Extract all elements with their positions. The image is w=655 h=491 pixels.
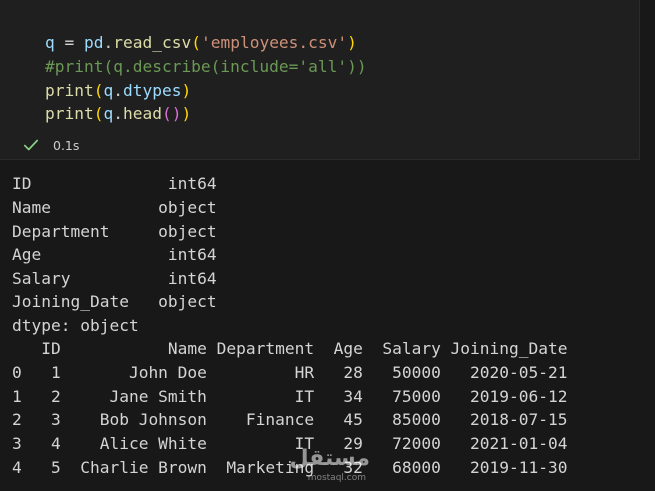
code-token: . — [113, 81, 123, 100]
dataframe-row: 4 5 Charlie Brown Marketing 32 68000 201… — [12, 458, 568, 477]
code-token: ) — [181, 81, 192, 100]
code-token: q — [103, 104, 114, 123]
code-token: ( — [191, 33, 201, 52]
output-line: ID int64 — [12, 174, 217, 193]
code-token: ) — [347, 33, 357, 52]
code-token: . — [103, 33, 114, 52]
code-token: ) — [181, 104, 192, 123]
code-token: . — [113, 104, 123, 123]
code-line-4[interactable]: print(q.head()) — [45, 102, 191, 125]
dataframe-row: 1 2 Jane Smith IT 34 75000 2019-06-12 — [12, 387, 568, 406]
output-line: Name object — [12, 198, 217, 217]
code-token: print — [45, 81, 94, 100]
execution-time: 0.1s — [53, 137, 80, 153]
output-line: Age int64 — [12, 245, 217, 264]
code-token: #print(q.describe(include='all')) — [45, 57, 367, 76]
dataframe-row: 2 3 Bob Johnson Finance 45 85000 2018-07… — [12, 410, 568, 429]
code-cell-input[interactable]: q = pd.read_csv('employees.csv') #print(… — [0, 0, 640, 160]
code-line-3[interactable]: print(q.dtypes) — [45, 79, 191, 102]
dataframe-row: 0 1 John Doe HR 28 50000 2020-05-21 — [12, 363, 568, 382]
cell-output: ID int64 Name object Department object A… — [0, 160, 655, 491]
code-line-2[interactable]: #print(q.describe(include='all')) — [45, 55, 367, 78]
code-token: () — [161, 104, 182, 123]
notebook-view: q = pd.read_csv('employees.csv') #print(… — [0, 0, 655, 491]
code-token: print — [45, 104, 94, 123]
code-token: q — [103, 81, 114, 100]
code-token: = — [54, 33, 84, 52]
execution-status: 0.1s — [22, 136, 79, 154]
code-token: 'employees.csv' — [200, 33, 348, 52]
code-token: q — [45, 33, 55, 52]
code-token: dtypes — [122, 81, 182, 100]
output-line: Joining_Date object — [12, 292, 217, 311]
output-line: Department object — [12, 222, 217, 241]
code-token: pd — [84, 33, 104, 52]
output-line: dtype: object — [12, 316, 139, 335]
code-token: head — [122, 104, 162, 123]
check-icon — [23, 139, 39, 151]
code-line-1[interactable]: q = pd.read_csv('employees.csv') — [45, 31, 357, 54]
dataframe-header: ID Name Department Age Salary Joining_Da… — [12, 339, 568, 358]
dataframe-row: 3 4 Alice White IT 29 72000 2021-01-04 — [12, 434, 568, 453]
code-token: read_csv — [113, 33, 192, 52]
output-line: Salary int64 — [12, 269, 217, 288]
